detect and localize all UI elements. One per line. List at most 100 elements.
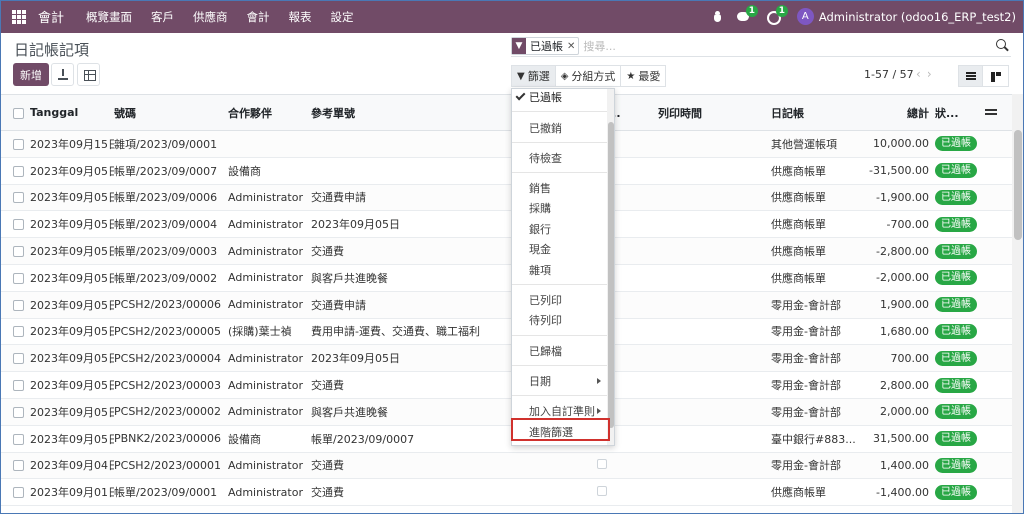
- user-menu[interactable]: Administrator (odoo16_ERP_test2): [819, 10, 1016, 24]
- row-checkbox[interactable]: [13, 487, 24, 499]
- cell-date: 2023年09月05日: [30, 298, 114, 312]
- filter-archived[interactable]: 已歸檔: [512, 341, 607, 361]
- add-custom-filter-label: 加入自訂準則: [529, 405, 595, 418]
- table-row[interactable]: 2023年09月15日 雜項/2023/09/0001 其他營運帳項 10,000.0…: [0, 130, 1012, 158]
- filter-to-print[interactable]: 待列印: [512, 310, 607, 330]
- filter-to-check[interactable]: 待檢查: [512, 148, 607, 168]
- new-button[interactable]: 新增: [13, 63, 49, 86]
- cell-number: PCSH2/2023/00004: [114, 351, 221, 365]
- table-row[interactable]: 2023年09月05日 PBNK2/2023/00006 設備商 帳單/2023/09…: [0, 425, 1012, 453]
- table-row[interactable]: 2023年09月01日 帳單/2023/09/0001 Administrator 交…: [0, 479, 1012, 506]
- nav-reporting[interactable]: 報表: [289, 9, 312, 25]
- table-row[interactable]: 2023年09月05日 帳單/2023/09/0002 Administrator 與…: [0, 264, 1012, 292]
- pager-value[interactable]: 1-57 / 57: [864, 68, 914, 81]
- journal-entries-list: Tanggal 號碼 合作夥伴 參考單號 狀... 列印時間 日記帳 總計 狀.…: [0, 94, 1012, 514]
- cell-print-time: [658, 211, 771, 238]
- row-checkbox[interactable]: [13, 219, 24, 231]
- filter-miscellaneous[interactable]: 雜項: [512, 260, 607, 280]
- col-date[interactable]: Tanggal: [30, 95, 114, 131]
- activities-clock-icon[interactable]: 1: [766, 4, 788, 25]
- row-checkbox[interactable]: [13, 460, 24, 472]
- search-icon[interactable]: [996, 39, 1009, 52]
- list-view-icon[interactable]: [958, 65, 983, 87]
- filter-purchases[interactable]: 採購: [512, 198, 607, 218]
- cell-status: 已過帳: [935, 291, 985, 318]
- table-row[interactable]: 2023年09月05日 帳單/2023/09/0004 Administrator 2…: [0, 211, 1012, 238]
- pager-prev-icon[interactable]: ‹: [916, 67, 927, 81]
- filter-cancelled[interactable]: 已撤銷: [512, 118, 607, 138]
- col-partner[interactable]: 合作夥伴: [228, 95, 311, 131]
- table-row[interactable]: 2023年09月05日 帳單/2023/09/0003 Administrator 交…: [0, 237, 1012, 265]
- nav-vendors[interactable]: 供應商: [193, 9, 228, 25]
- facet-close-icon[interactable]: ✕: [567, 41, 578, 52]
- nav-configuration[interactable]: 設定: [331, 9, 354, 25]
- filter-date[interactable]: 日期: [512, 371, 607, 391]
- table-row[interactable]: 2023年09月05日 PCSH2/2023/00003 Administrator…: [0, 372, 1012, 399]
- pager-next-icon[interactable]: ›: [927, 67, 938, 81]
- col-print-time[interactable]: 列印時間: [658, 95, 771, 131]
- app-brand[interactable]: 會計: [38, 7, 64, 26]
- list-scroll-thumb[interactable]: [1014, 130, 1022, 240]
- filters-button[interactable]: ▼ 篩選: [511, 65, 556, 87]
- table-row[interactable]: 2023年09月05日 帳單/2023/09/0006 Administrator 交…: [0, 184, 1012, 211]
- col-number[interactable]: 號碼: [114, 95, 228, 131]
- cell-journal: 零用金-會計部: [771, 352, 841, 366]
- table-row[interactable]: 2023年09月05日 PCSH2/2023/00002 Administrator…: [0, 398, 1012, 426]
- cell-total: 700.00: [890, 351, 930, 365]
- cell-number: 帳單/2023/09/0003: [114, 245, 218, 259]
- cell-total: -1,900.00: [876, 190, 929, 204]
- row-checkbox[interactable]: [13, 380, 24, 392]
- cell-journal: 供應商帳單: [771, 271, 826, 285]
- dropdown-scrollbar[interactable]: [607, 89, 614, 445]
- filter-bank[interactable]: 銀行: [512, 219, 607, 239]
- row-checkbox[interactable]: [13, 165, 24, 177]
- nav-dashboard[interactable]: 概覽畫面: [86, 9, 132, 25]
- col-total[interactable]: 總計: [858, 95, 935, 131]
- status-badge: 已過帳: [935, 377, 977, 393]
- row-checkbox[interactable]: [13, 299, 24, 311]
- cell-empty: [985, 157, 1012, 184]
- spreadsheet-grid-icon[interactable]: [77, 63, 100, 86]
- col-status[interactable]: 狀...: [935, 95, 985, 131]
- row-checkbox[interactable]: [13, 406, 24, 418]
- row-checkbox[interactable]: [13, 246, 24, 258]
- row-checkbox[interactable]: [13, 353, 24, 365]
- user-avatar[interactable]: A: [796, 8, 814, 25]
- table-row[interactable]: 2023年09月05日 PCSH2/2023/00005 (採購)葉士禎 費用申請-運…: [0, 318, 1012, 345]
- filter-posted[interactable]: 已過帳: [512, 89, 607, 107]
- cell-total: -1,400.00: [876, 485, 929, 499]
- cell-partner: (採購)葉士禎: [228, 325, 292, 339]
- favorites-button[interactable]: ★ 最愛: [621, 65, 667, 87]
- messages-icon[interactable]: 1: [736, 4, 758, 24]
- row-checkbox[interactable]: [13, 326, 24, 338]
- table-row[interactable]: 2023年09月05日 PCSH2/2023/00006 Administrator…: [0, 291, 1012, 319]
- cell-partner: Administrator: [228, 271, 303, 285]
- group-by-button[interactable]: ◈ 分組方式: [555, 65, 622, 87]
- kanban-view-icon[interactable]: [983, 65, 1009, 87]
- nav-customers[interactable]: 客戶: [151, 9, 174, 25]
- row-checkbox[interactable]: [13, 192, 24, 204]
- cell-empty: [985, 291, 1012, 318]
- filter-printed[interactable]: 已列印: [512, 290, 607, 310]
- list-scrollbar[interactable]: [1012, 94, 1024, 514]
- table-row[interactable]: 2023年09月05日 PCSH2/2023/00004 Administrator…: [0, 344, 1012, 372]
- dropdown-divider: [512, 111, 607, 112]
- col-journal[interactable]: 日記帳: [771, 95, 858, 131]
- row-checkbox[interactable]: [13, 433, 24, 445]
- dropdown-scroll-thumb[interactable]: [608, 122, 614, 428]
- filter-sales[interactable]: 銷售: [512, 178, 607, 198]
- row-checkbox[interactable]: [13, 272, 24, 284]
- download-icon[interactable]: [51, 63, 74, 86]
- table-row[interactable]: 2023年09月05日 帳單/2023/09/0007 設備商 供應商帳單 -31,50…: [0, 157, 1012, 185]
- nav-accounting[interactable]: 會計: [247, 9, 270, 25]
- debug-bug-icon[interactable]: [712, 10, 723, 23]
- table-row[interactable]: 2023年09月04日 PCSH2/2023/00001 Administrator…: [0, 452, 1012, 479]
- cell-journal: 供應商帳單: [771, 245, 826, 259]
- search-input[interactable]: 搜尋...: [583, 38, 616, 54]
- apps-menu-icon[interactable]: [12, 9, 26, 24]
- row-checkbox[interactable]: [13, 138, 24, 150]
- select-all-checkbox[interactable]: [13, 107, 24, 119]
- filter-cash[interactable]: 現金: [512, 239, 607, 259]
- cell-print-time: [658, 184, 771, 211]
- optional-columns-icon[interactable]: [985, 108, 997, 116]
